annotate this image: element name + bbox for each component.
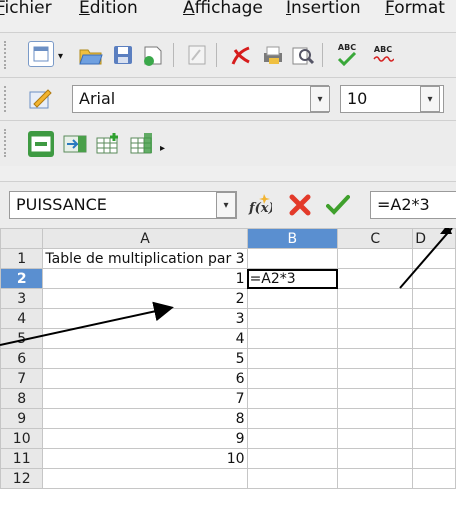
menu-edition[interactable]: Edition (79, 0, 138, 24)
font-name-value: Arial (79, 89, 116, 108)
insert-columns-icon[interactable] (63, 131, 89, 157)
name-box-value: PUISSANCE (16, 195, 107, 214)
print-icon[interactable] (260, 42, 286, 68)
formula-input-value: =A2*3 (377, 195, 430, 214)
menu-fichier[interactable]: Fichier (0, 0, 52, 24)
page-preview-icon[interactable] (290, 42, 316, 68)
autocheck-label: ABC (373, 44, 393, 54)
new-dropdown-icon[interactable]: ▾ (58, 51, 63, 62)
formatting-toolbar: Arial ▾ 10 ▾ (0, 77, 456, 120)
autocheck-icon[interactable]: ABC (370, 41, 396, 67)
accept-icon[interactable] (325, 192, 351, 218)
font-name-dropdown-icon[interactable]: ▾ (310, 86, 330, 112)
open-folder-icon[interactable] (78, 42, 104, 68)
toolbar-separator (173, 43, 174, 67)
arrow-to-cell-b2 (0, 301, 174, 346)
menu-bar: Fichier Edition Affichage Insertion Form… (0, 0, 456, 32)
cancel-icon[interactable] (287, 192, 313, 218)
sheet-toolbar: ▸ (0, 120, 456, 166)
standard-toolbar: ▾ ABC ABC (0, 32, 456, 77)
toolbar-grip[interactable] (4, 41, 9, 69)
toolbar-separator (216, 43, 217, 67)
formula-input[interactable]: =A2*3 (370, 191, 456, 219)
insert-rows-icon[interactable] (28, 131, 54, 157)
insert-sheet-icon[interactable] (96, 130, 122, 156)
menu-affichage[interactable]: Affichage (183, 0, 263, 24)
edit-file-icon[interactable] (184, 42, 210, 68)
name-box-dropdown-icon[interactable]: ▾ (216, 192, 236, 218)
menu-format[interactable]: Format (385, 0, 445, 24)
toolbar-overflow-icon[interactable]: ▸ (160, 143, 165, 154)
edit-document-icon[interactable] (140, 42, 166, 68)
delete-sheet-icon[interactable] (130, 130, 156, 156)
spellcheck-icon[interactable]: ABC (334, 41, 360, 67)
styles-formatting-icon[interactable] (28, 86, 54, 112)
name-box[interactable]: PUISSANCE (9, 191, 237, 219)
font-size-dropdown-icon[interactable]: ▾ (420, 86, 440, 112)
save-icon[interactable] (110, 42, 136, 68)
spreadsheet-grid: A B C D 1 Table de multiplication par 321… (0, 228, 456, 522)
formula-bar: PUISSANCE ▾ f(x) =A2*3 (0, 181, 456, 229)
new-document-icon[interactable] (28, 41, 54, 67)
font-name-combo[interactable]: Arial (72, 85, 329, 113)
spellcheck-label: ABC (337, 42, 357, 52)
toolbar-grip[interactable] (4, 129, 9, 157)
function-wizard-icon[interactable]: f(x) (246, 192, 272, 218)
export-pdf-icon[interactable] (228, 42, 254, 68)
annotation-arrows (0, 228, 453, 346)
toolbar-separator (322, 43, 323, 67)
svg-text:f(x): f(x) (248, 201, 272, 216)
toolbar-grip[interactable] (4, 86, 9, 112)
arrow-to-formula-bar (399, 228, 453, 289)
font-size-value: 10 (347, 89, 368, 108)
menu-insertion[interactable]: Insertion (286, 0, 361, 24)
